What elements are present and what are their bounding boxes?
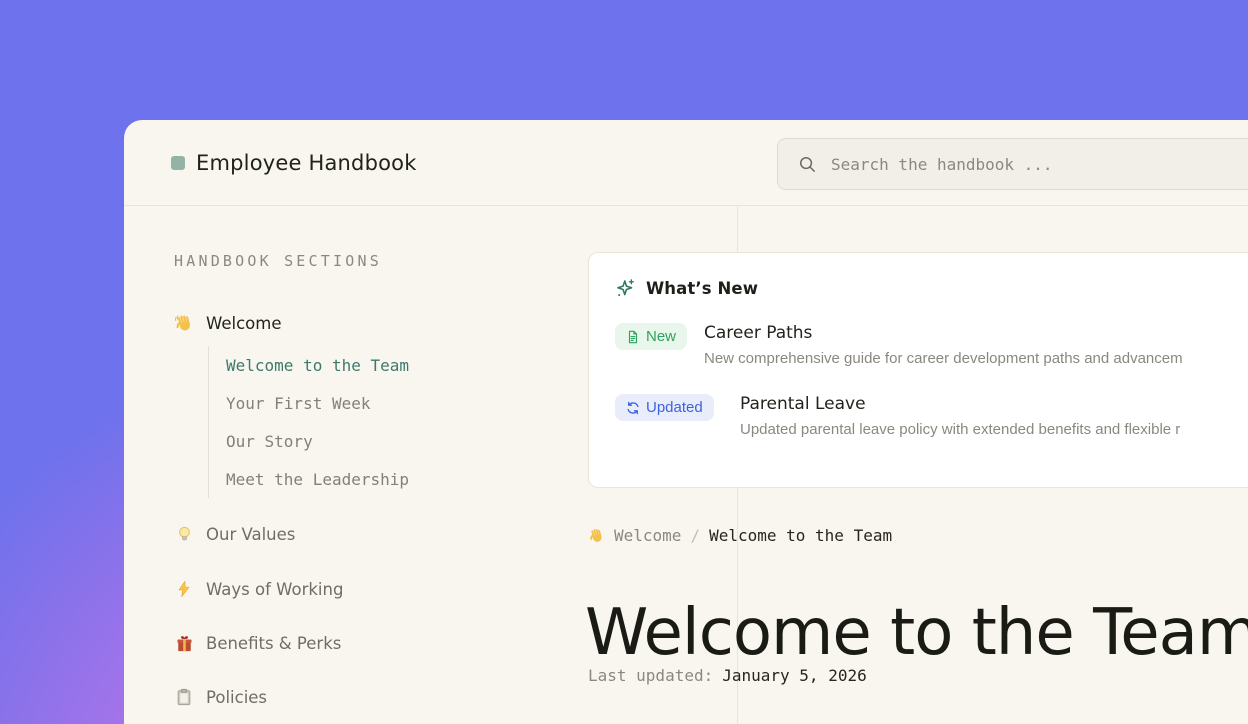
waving-hand-icon (174, 313, 194, 333)
news-item-description: New comprehensive guide for career devel… (704, 350, 1183, 367)
refresh-icon (626, 401, 640, 415)
whats-new-header: What’s New (615, 278, 1248, 299)
whats-new-panel: What’s New New Career Paths New comprehe… (588, 252, 1248, 488)
news-item-title: Career Paths (704, 323, 1183, 343)
sidebar-item-label: Policies (206, 688, 267, 707)
breadcrumb-section-link[interactable]: Welcome (614, 526, 681, 545)
sidebar-subitem-our-story[interactable]: Our Story (209, 422, 409, 460)
last-updated: Last updated: January 5, 2026 (588, 666, 867, 685)
breadcrumb-separator: / (690, 526, 700, 545)
welcome-subsection-list: Welcome to the Team Your First Week Our … (208, 346, 409, 498)
sidebar-heading: HANDBOOK SECTIONS (174, 252, 382, 270)
sidebar-item-label: Welcome (206, 314, 281, 333)
sidebar-item-benefits-perks[interactable]: Benefits & Perks (174, 630, 341, 656)
clipboard-icon (174, 687, 194, 707)
news-item-parental-leave[interactable]: Updated Parental Leave Updated parental … (615, 394, 1248, 438)
new-badge: New (615, 323, 687, 350)
app-brand: Employee Handbook (171, 120, 417, 206)
news-item-title: Parental Leave (740, 394, 1180, 414)
waving-hand-icon (588, 527, 605, 544)
breadcrumb-current-page: Welcome to the Team (709, 526, 892, 545)
news-item-description: Updated parental leave policy with exten… (740, 421, 1180, 438)
sidebar-subitem-your-first-week[interactable]: Your First Week (209, 384, 409, 422)
sidebar-subitem-welcome-to-the-team[interactable]: Welcome to the Team (209, 346, 409, 384)
app-header: Employee Handbook (124, 120, 1248, 206)
sidebar-item-our-values[interactable]: Our Values (174, 521, 295, 547)
sidebar-item-welcome[interactable]: Welcome (174, 310, 281, 336)
handbook-app-window: Employee Handbook HANDBOOK SECTIONS Welc… (124, 120, 1248, 724)
search-input[interactable] (831, 155, 1248, 174)
sparkles-icon (615, 278, 636, 299)
search-icon (798, 155, 817, 174)
gift-icon (174, 633, 194, 653)
lightning-bolt-icon (174, 579, 194, 599)
news-item-career-paths[interactable]: New Career Paths New comprehensive guide… (615, 323, 1248, 367)
app-title: Employee Handbook (196, 151, 417, 175)
whats-new-title: What’s New (646, 279, 758, 298)
sidebar-subitem-meet-the-leadership[interactable]: Meet the Leadership (209, 460, 409, 498)
sidebar-item-ways-of-working[interactable]: Ways of Working (174, 576, 343, 602)
sidebar-item-label: Benefits & Perks (206, 634, 341, 653)
logo-icon (171, 156, 185, 170)
last-updated-value: January 5, 2026 (722, 666, 867, 685)
last-updated-label: Last updated: (588, 666, 713, 685)
light-bulb-icon (174, 524, 194, 544)
updated-badge: Updated (615, 394, 714, 421)
search-box (777, 138, 1248, 190)
sidebar-item-policies[interactable]: Policies (174, 684, 267, 710)
breadcrumb: Welcome / Welcome to the Team (588, 524, 892, 546)
file-text-icon (626, 330, 640, 344)
page-title: Welcome to the Team (585, 601, 1248, 665)
sidebar-item-label: Our Values (206, 525, 295, 544)
sidebar-item-label: Ways of Working (206, 580, 343, 599)
